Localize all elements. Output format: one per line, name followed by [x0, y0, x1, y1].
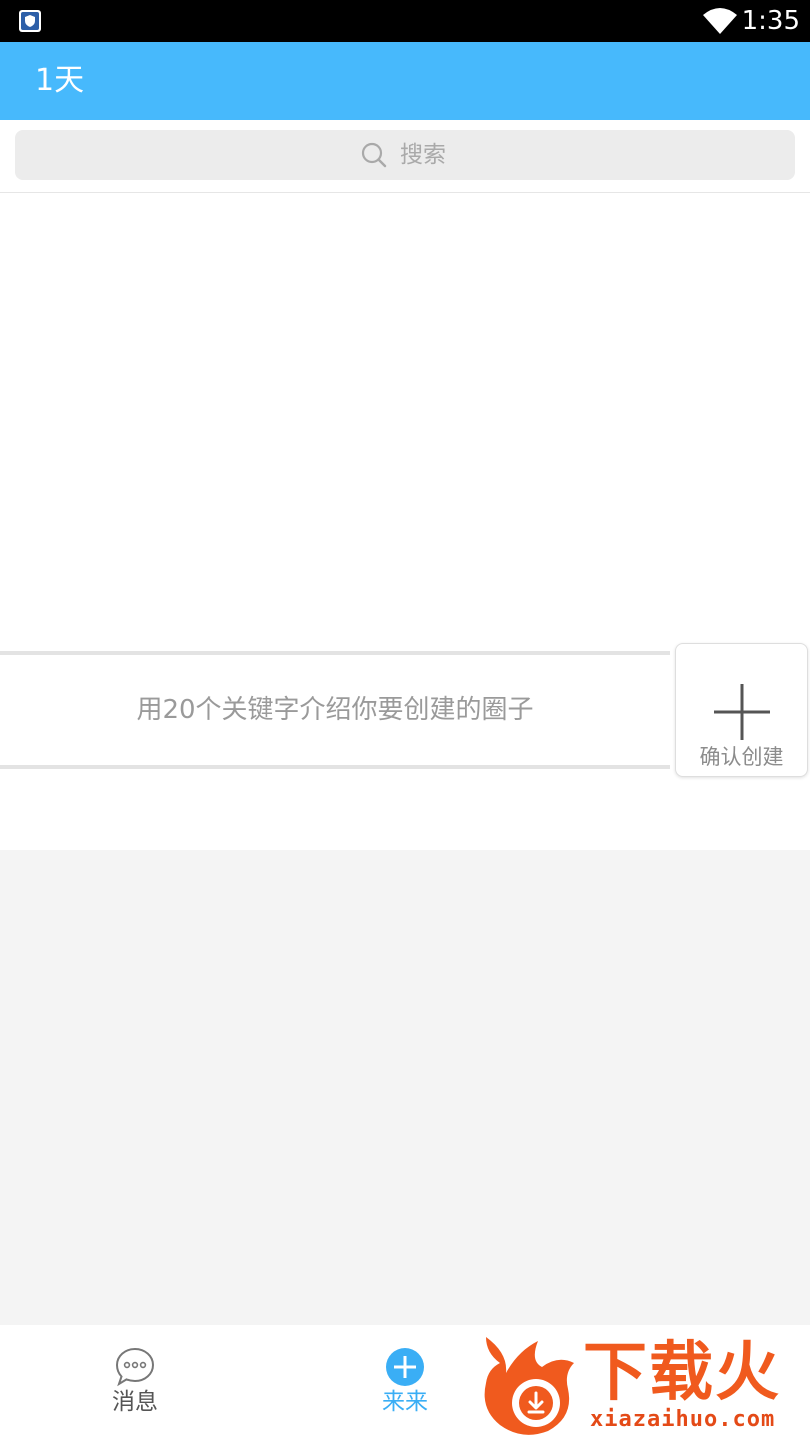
search-placeholder: 搜索	[400, 142, 446, 168]
content-area	[0, 850, 810, 1325]
confirm-create-button[interactable]: 确认创建	[675, 643, 808, 777]
watermark-text: 下载火	[583, 1336, 781, 1410]
confirm-create-label: 确认创建	[699, 745, 784, 769]
plus-circle-icon	[386, 1348, 424, 1386]
search-input[interactable]: 搜索	[15, 130, 795, 180]
chat-bubble-icon	[115, 1347, 155, 1387]
watermark-logo: 下载火 xiazaihuo.com	[478, 1333, 808, 1438]
flame-logo-icon	[484, 1337, 574, 1435]
circle-description-input[interactable]: 用20个关键字介绍你要创建的圈子	[0, 655, 670, 765]
nav-label-laila: 来来	[382, 1389, 428, 1415]
wifi-icon	[703, 8, 737, 34]
nav-label-messages: 消息	[112, 1389, 158, 1415]
search-icon	[361, 142, 387, 168]
create-circle-row: 用20个关键字介绍你要创建的圈子	[0, 651, 670, 769]
title-bar: 1天	[0, 42, 810, 120]
status-time: 1:35	[741, 6, 800, 36]
status-bar: 1:35	[0, 0, 810, 42]
watermark-domain: xiazaihuo.com	[590, 1407, 776, 1432]
nav-item-laila[interactable]: 来来	[305, 1325, 505, 1440]
search-bar: 搜索	[0, 120, 810, 193]
shield-app-icon	[19, 10, 41, 32]
nav-item-messages[interactable]: 消息	[35, 1325, 235, 1440]
plus-icon	[714, 684, 770, 740]
page-title: 1天	[35, 63, 85, 98]
